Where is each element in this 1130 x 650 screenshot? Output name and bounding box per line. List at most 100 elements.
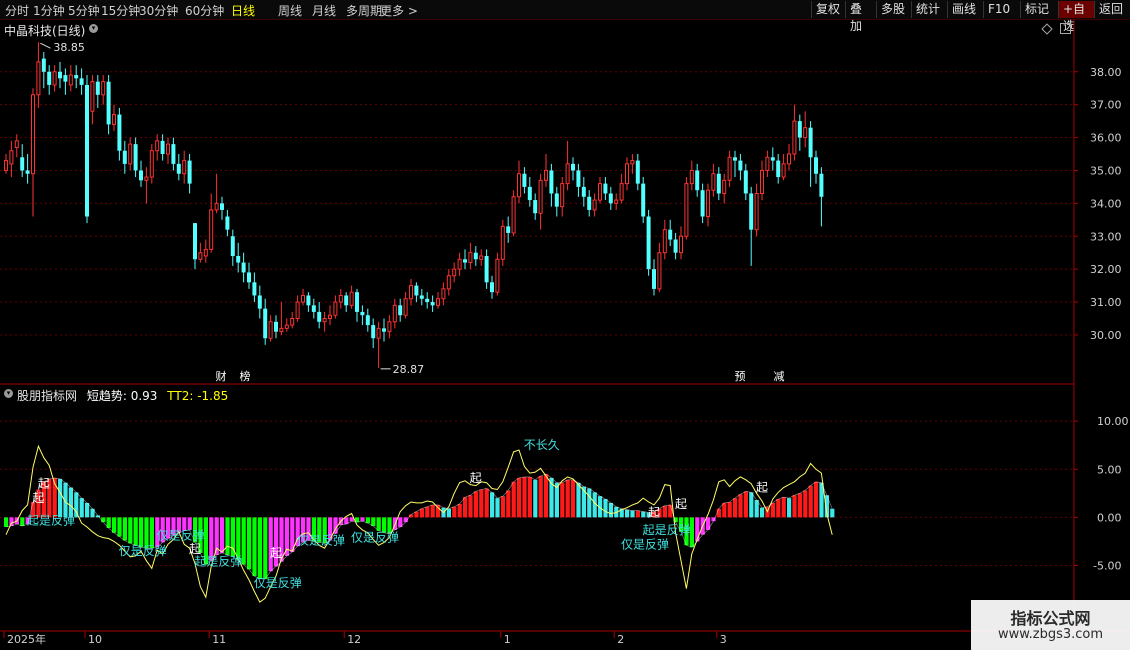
candle-body — [673, 239, 678, 253]
indicator-bar — [608, 502, 613, 518]
event-marker-rank[interactable]: 榜 — [238, 370, 252, 383]
candle-body — [149, 150, 154, 178]
toolbar-button-8[interactable]: 返回 — [1094, 1, 1130, 18]
candle-body — [382, 328, 386, 332]
indicator-bar — [662, 505, 667, 518]
candle-body — [581, 186, 586, 197]
candle-body — [36, 61, 41, 96]
event-marker-forecast[interactable]: 预 — [733, 370, 747, 383]
indicator-bar — [538, 475, 543, 518]
candle-body — [706, 189, 710, 218]
indicator-bar — [695, 517, 700, 542]
indicator-bar — [128, 517, 133, 544]
toolbar-button-2[interactable]: 多股 — [876, 1, 911, 18]
toolbar-button-0[interactable]: 复权 — [811, 1, 845, 18]
indicator-bar — [571, 479, 576, 518]
indicator-bar — [533, 479, 538, 518]
indicator-menu-icon[interactable]: ▾ — [4, 389, 13, 398]
menu-circle-icon[interactable]: ▾ — [89, 24, 98, 33]
candle-body — [9, 150, 14, 165]
toolbar-button-4[interactable]: 画线 — [947, 1, 983, 18]
candle-body — [781, 163, 786, 178]
candle-body — [290, 317, 295, 326]
signal-label-12: 不长久 — [524, 438, 560, 452]
candle-body — [770, 157, 775, 161]
candle-body — [247, 272, 251, 283]
indicator-bar — [117, 517, 122, 537]
period-tab-4[interactable]: 30分钟 — [139, 2, 178, 19]
period-tab-5[interactable]: 60分钟 — [185, 2, 224, 19]
candle-body — [279, 327, 284, 333]
event-marker-reduce[interactable]: 减 — [772, 370, 786, 383]
indicator-bar — [733, 498, 738, 518]
candle-body — [257, 295, 262, 309]
date-tick-label-2: 11 — [212, 633, 226, 646]
period-tab-1[interactable]: 1分钟 — [33, 2, 65, 19]
indicator-bar — [79, 498, 84, 518]
candle-body — [598, 183, 602, 201]
watermark-title: 指标公式网 — [1010, 609, 1091, 628]
candle-body — [295, 301, 300, 319]
candle-body — [139, 170, 143, 181]
candle-body — [274, 321, 278, 332]
candle-body — [652, 269, 656, 289]
period-tab-9[interactable]: 多周期 — [346, 2, 382, 19]
period-tab-10[interactable]: 更多 > — [380, 2, 418, 19]
event-marker-finance[interactable]: 财 — [214, 370, 228, 383]
period-tab-6[interactable]: 日线 — [231, 2, 255, 19]
candle-body — [376, 327, 381, 339]
date-tick-label-3: 12 — [347, 633, 361, 646]
period-tab-7[interactable]: 周线 — [278, 2, 302, 19]
candle-body — [565, 163, 570, 185]
watermark-url: www.zbgs3.com — [997, 627, 1104, 642]
toolbar-button-3[interactable]: 统计 — [911, 1, 947, 18]
price-tick-label-8: 38.00 — [1090, 66, 1122, 79]
candle-body — [58, 71, 62, 79]
indicator-bar — [58, 478, 63, 518]
indicator-bar — [727, 501, 732, 518]
period-tab-0[interactable]: 分时 — [5, 2, 29, 19]
indicator-bar — [625, 509, 630, 518]
indicator-bar — [560, 482, 565, 518]
candle-body — [52, 71, 57, 86]
candle-body — [112, 114, 116, 125]
max-pointer-line — [40, 42, 51, 49]
candle-body — [41, 58, 46, 72]
toolbar-button-6[interactable]: 标记 — [1020, 1, 1058, 18]
candle-body — [333, 301, 338, 316]
period-tab-2[interactable]: 5分钟 — [68, 2, 100, 19]
indicator-bar — [9, 517, 14, 527]
toolbar-button-5[interactable]: F10 — [983, 1, 1020, 18]
candle-body — [776, 160, 781, 178]
toolbar-button-7[interactable]: +自选 — [1058, 1, 1094, 33]
indicator-bar — [263, 517, 268, 579]
candle-body — [252, 282, 257, 296]
candle-body — [554, 193, 559, 207]
candle-body — [787, 153, 791, 165]
candle-body — [430, 302, 435, 306]
panel-toggle-icon[interactable] — [1060, 23, 1071, 34]
signal-label-1: 起 — [32, 491, 44, 505]
candle-body — [31, 94, 35, 175]
signal-label-14: 仅是反弹 — [621, 537, 669, 551]
candle-body — [419, 295, 424, 299]
period-tab-3[interactable]: 15分钟 — [101, 2, 140, 19]
candle-body — [754, 192, 759, 231]
candle-body — [187, 160, 192, 184]
indicator-bar — [716, 508, 721, 518]
toolbar-button-1[interactable]: 叠加 — [845, 1, 876, 33]
candle-body — [241, 262, 246, 273]
candle-body — [128, 143, 133, 165]
candle-body — [349, 291, 354, 306]
candle-body — [409, 285, 413, 300]
candle-body — [603, 183, 608, 194]
candle-body — [344, 295, 349, 306]
indicator-bar — [630, 510, 635, 518]
indicator-bar — [425, 506, 430, 518]
candle-body — [392, 304, 397, 323]
indicator-bar — [139, 517, 144, 548]
price-tick-label-7: 37.00 — [1090, 99, 1122, 112]
candle-body — [198, 252, 203, 260]
candle-body — [689, 169, 694, 185]
period-tab-8[interactable]: 月线 — [312, 2, 336, 19]
